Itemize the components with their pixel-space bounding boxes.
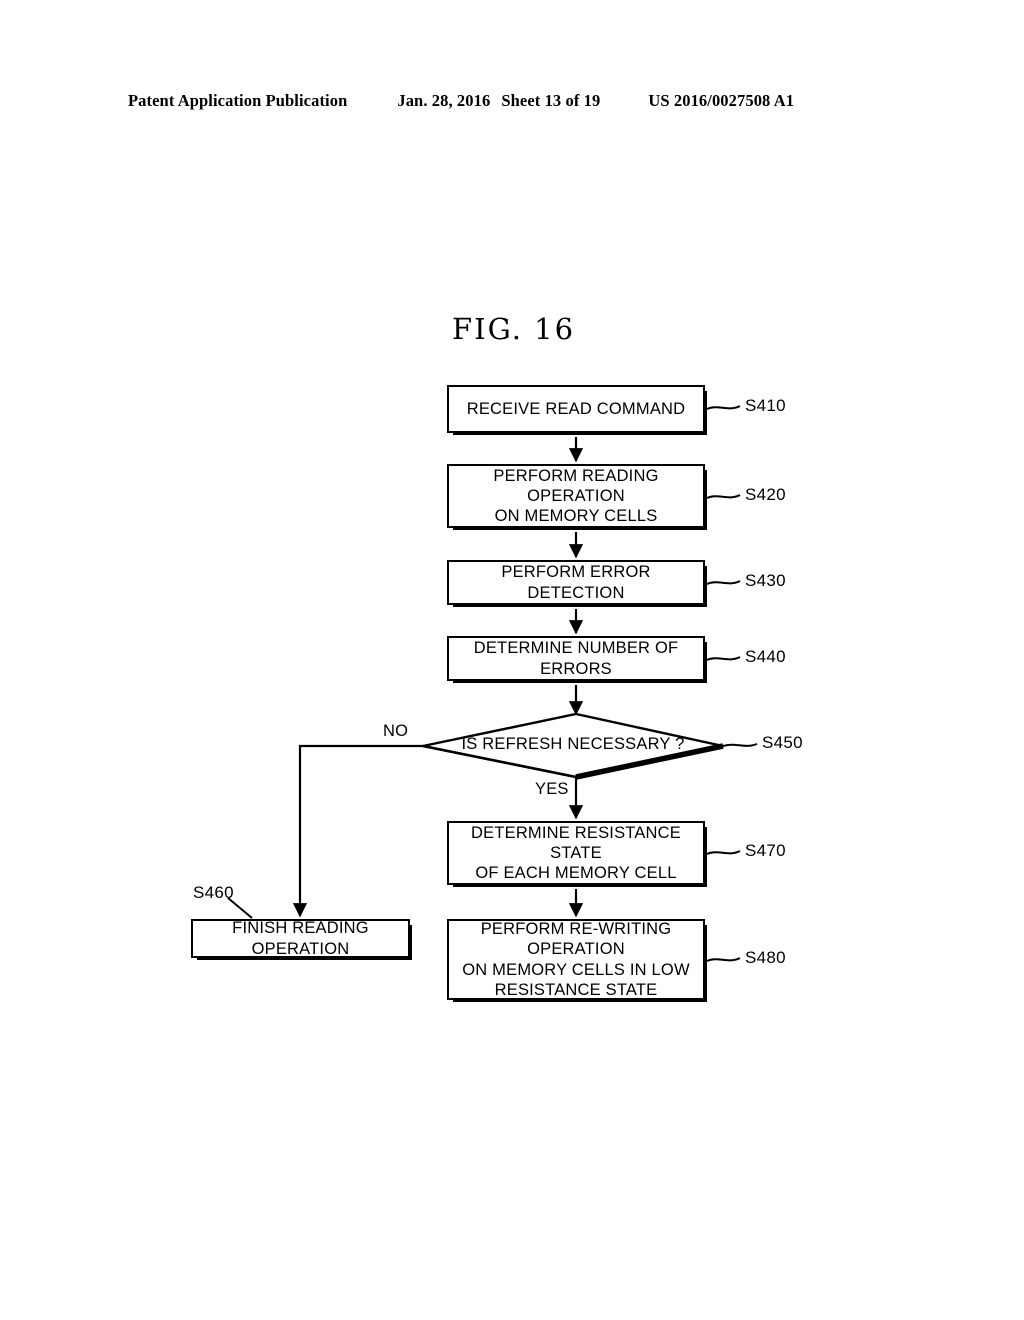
flowchart-node-s430-label: PERFORM ERROR DETECTION [501, 563, 651, 602]
flowchart-node-s450-label: IS REFRESH NECESSARY ? [461, 735, 685, 753]
leader-line-s410 [706, 405, 741, 410]
leader-line-s430 [706, 580, 741, 585]
leader-line-s420 [706, 494, 741, 499]
branch-label-no: NO [383, 722, 409, 740]
flowchart-node-s470: DETERMINE RESISTANCE STATE OF EACH MEMORY… [447, 821, 707, 887]
step-reference-s440: S440 [745, 647, 786, 666]
flowchart-node-s480: PERFORM RE-WRITING OPERATION ON MEMORY CE… [447, 919, 707, 1002]
step-reference-s480: S480 [745, 948, 786, 967]
flowchart-node-s470-label: DETERMINE RESISTANCE STATE OF EACH MEMORY… [471, 823, 681, 883]
flowchart-node-s420: PERFORM READING OPERATION ON MEMORY CELLS [447, 464, 707, 530]
connector-s450-s460-no [292, 744, 423, 918]
flowchart-node-s420-label: PERFORM READING OPERATION ON MEMORY CELLS [493, 466, 659, 526]
leader-line-s480 [706, 957, 741, 962]
flowchart-node-s480-label: PERFORM RE-WRITING OPERATION ON MEMORY CE… [462, 920, 690, 999]
flowchart-node-s440-label: DETERMINE NUMBER OF ERRORS [473, 639, 679, 678]
step-reference-s460: S460 [193, 883, 234, 902]
flowchart-node-s440: DETERMINE NUMBER OF ERRORS [447, 636, 707, 683]
flowchart-node-s460: FINISH READING OPERATION [191, 919, 412, 960]
step-reference-s450: S450 [762, 733, 803, 752]
flowchart-node-s430: PERFORM ERROR DETECTION [447, 560, 707, 607]
flowchart-node-s460-label: FINISH READING OPERATION [232, 919, 369, 958]
step-reference-s410: S410 [745, 396, 786, 415]
leader-line-s450 [722, 743, 758, 747]
step-reference-s420: S420 [745, 485, 786, 504]
flowchart-node-s410: RECEIVE READ COMMAND [447, 385, 707, 435]
step-reference-s430: S430 [745, 571, 786, 590]
leader-line-s470 [706, 850, 741, 855]
leader-line-s440 [706, 656, 741, 661]
branch-label-yes: YES [535, 780, 569, 798]
step-reference-s470: S470 [745, 841, 786, 860]
flowchart-node-s410-label: RECEIVE READ COMMAND [466, 399, 686, 418]
